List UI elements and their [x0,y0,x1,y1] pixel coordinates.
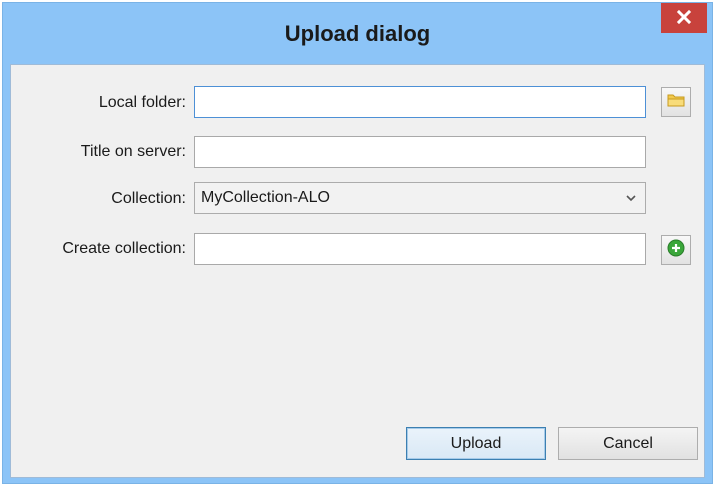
upload-dialog-window: Upload dialog Local folder: Title on ser… [2,2,713,484]
add-collection-button[interactable] [661,235,691,265]
title-on-server-input[interactable] [194,136,646,168]
dialog-title: Upload dialog [284,21,431,46]
plus-circle-icon [667,239,685,262]
folder-icon [667,92,685,113]
close-icon [676,7,692,30]
close-button[interactable] [661,3,707,33]
create-collection-label: Create collection: [62,240,186,257]
title-on-server-label: Title on server: [80,143,186,160]
local-folder-input[interactable] [194,86,646,118]
upload-button[interactable]: Upload [406,427,546,460]
cancel-button[interactable]: Cancel [558,427,698,460]
collection-selected-value: MyCollection-ALO [201,189,330,206]
local-folder-label: Local folder: [98,94,186,111]
title-bar[interactable]: Upload dialog [3,3,712,65]
browse-folder-button[interactable] [661,87,691,117]
collection-label: Collection: [111,190,186,207]
collection-select[interactable]: MyCollection-ALO [194,182,646,214]
chevron-down-icon [625,191,637,203]
create-collection-input[interactable] [194,233,646,265]
dialog-body: Local folder: Title on server: Collectio… [10,64,705,478]
